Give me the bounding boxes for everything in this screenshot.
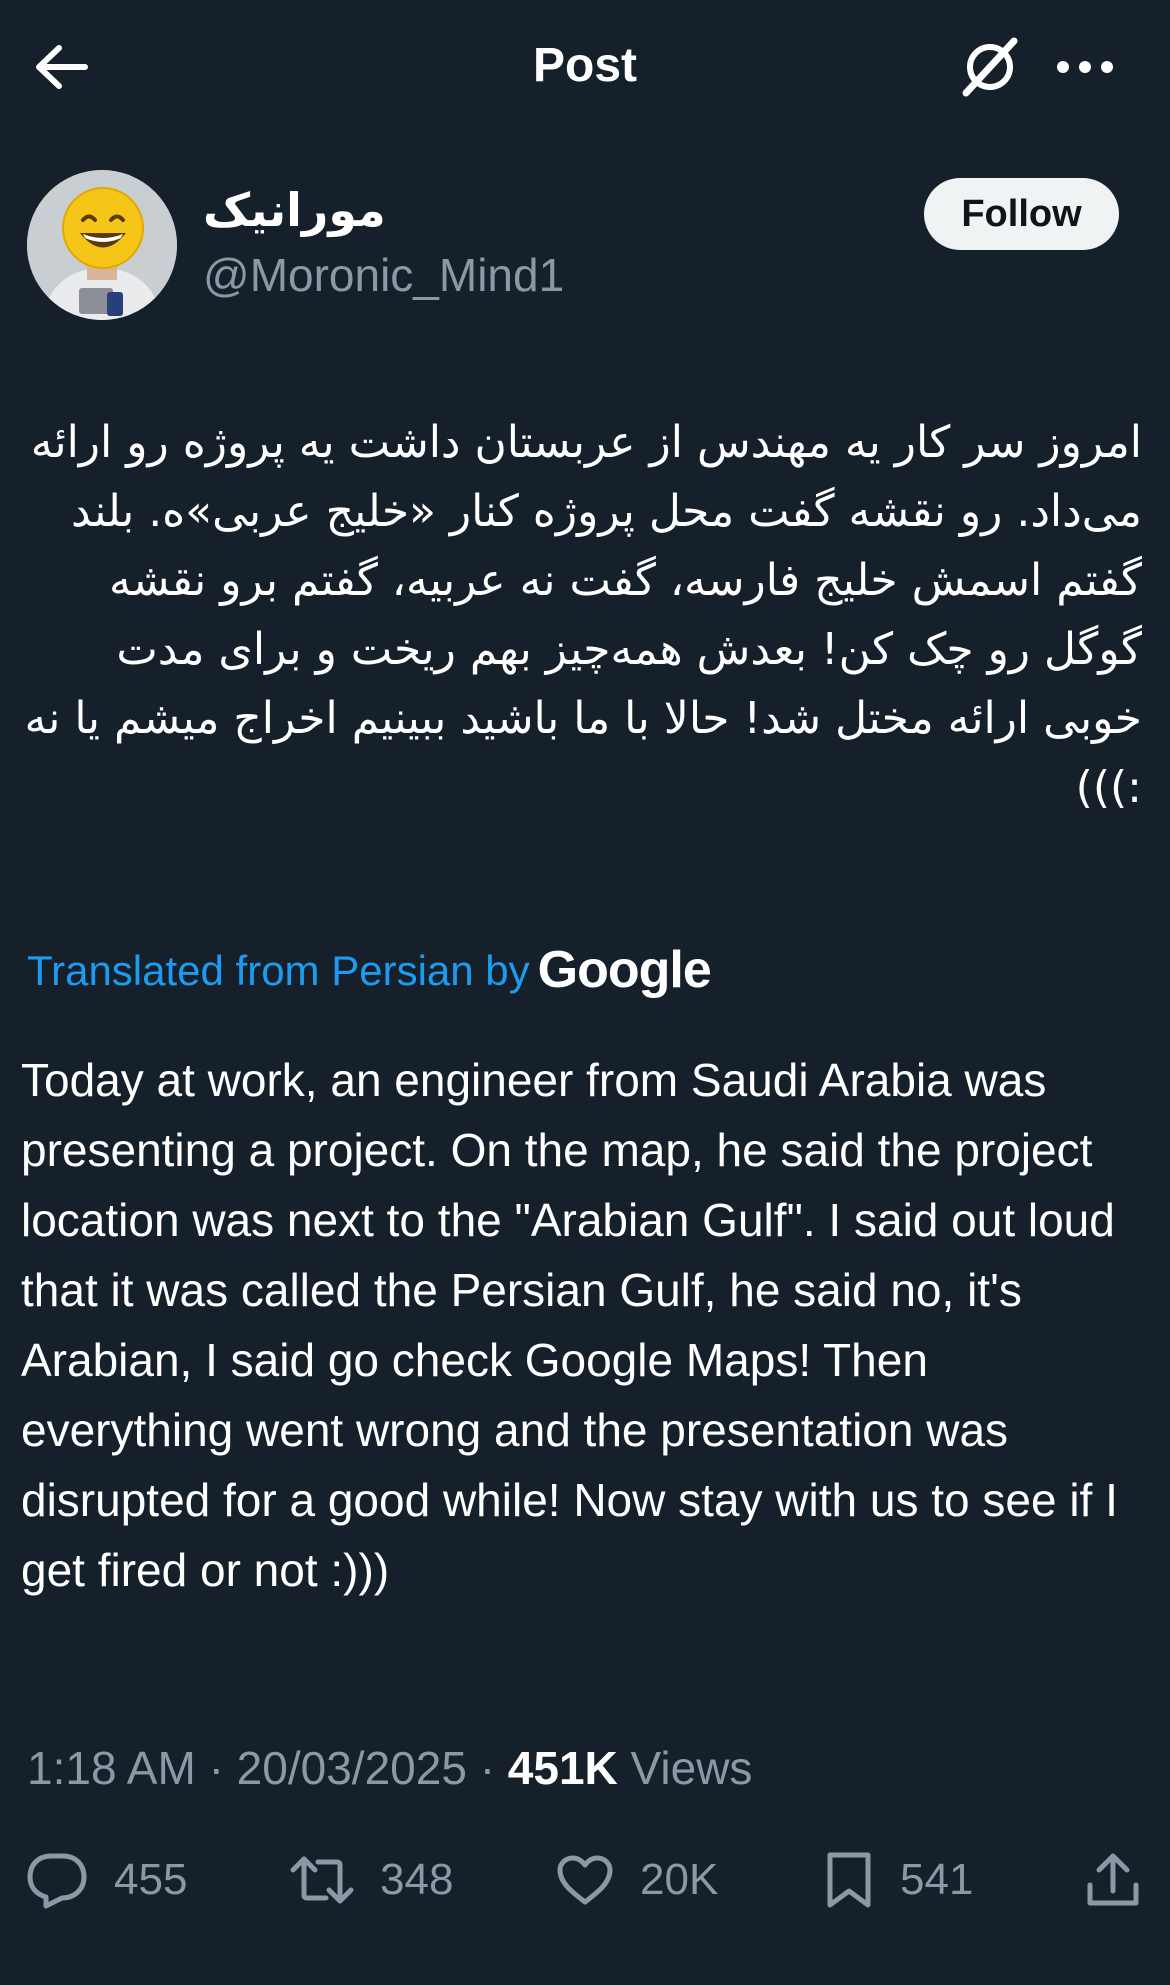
meta-separator: · [479, 1742, 496, 1794]
avatar-photo [27, 170, 177, 320]
more-options-button[interactable] [1050, 32, 1120, 102]
bookmark-icon [827, 1852, 871, 1908]
views-count: 451K [507, 1742, 618, 1794]
reply-icon [27, 1853, 87, 1909]
like-button[interactable]: 20K [556, 1840, 718, 1920]
post-translated-text: Today at work, an engineer from Saudi Ar… [21, 1054, 1118, 1596]
top-bar: Post [0, 0, 1170, 132]
translated-label: Translated from Persian by [27, 947, 530, 994]
repost-count: 348 [380, 1855, 454, 1904]
post-date[interactable]: 20/03/2025 [237, 1742, 467, 1794]
meta-separator: · [208, 1742, 224, 1794]
post-meta: 1:18 AM · 20/03/2025 · 451K Views [27, 1736, 752, 1800]
views-label: Views [630, 1742, 753, 1794]
repost-button[interactable]: 348 [290, 1840, 453, 1920]
post-original-text: امروز سر کار یه مهندس از عربستان داشت یه… [24, 417, 1142, 813]
share-button[interactable] [1085, 1840, 1141, 1920]
heart-icon [557, 1855, 613, 1905]
google-logo: Google [537, 941, 712, 999]
grok-button[interactable] [955, 32, 1025, 102]
more-horizontal-icon [1057, 61, 1113, 73]
action-bar: 455 348 20K 541 [0, 1840, 1170, 1920]
post-time[interactable]: 1:18 AM [27, 1742, 196, 1794]
avatar[interactable] [27, 170, 177, 320]
follow-button[interactable]: Follow [924, 178, 1119, 250]
repost-icon [290, 1856, 354, 1904]
like-count: 20K [640, 1855, 719, 1904]
bookmark-count: 541 [900, 1855, 974, 1904]
reply-count: 455 [114, 1855, 188, 1904]
bookmark-button[interactable]: 541 [824, 1840, 973, 1920]
display-name[interactable]: مورانیک [203, 180, 386, 240]
grok-icon [962, 37, 1018, 97]
reply-button[interactable]: 455 [26, 1840, 187, 1920]
share-icon [1087, 1853, 1139, 1906]
translation-attribution[interactable]: Translated from Persian by Google [27, 940, 712, 1001]
user-handle[interactable]: @Moronic_Mind1 [203, 246, 564, 304]
